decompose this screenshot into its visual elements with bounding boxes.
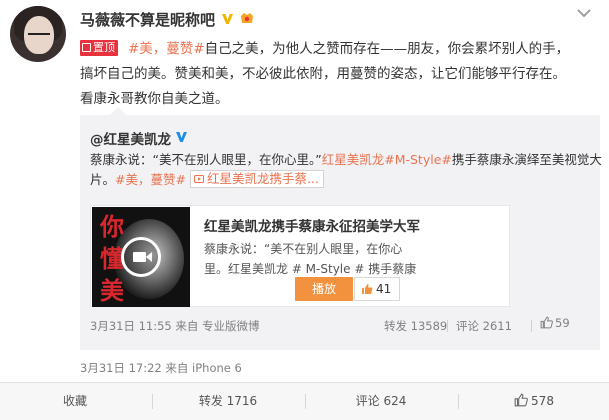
member-badge-icon <box>241 13 253 23</box>
avatar-glasses <box>28 33 50 39</box>
meizan-topic-link[interactable]: #美，蔓赞# <box>115 172 186 187</box>
video-desc-line-1: 蔡康永说：“美不在别人眼里，在你心 <box>204 242 403 256</box>
quoted-comment[interactable]: 评论 2611 <box>456 318 512 334</box>
author-name[interactable]: 马薇薇不算是昵称吧 <box>80 9 215 30</box>
video-card[interactable]: 你 懂 美 红星美凯龙携手蔡康永征招美学大军 蔡康永说：“美不在别人眼里，在你心… <box>90 205 510 307</box>
video-desc-line-2: 里。红星美凯龙 # M-Style # 携手蔡康 <box>204 262 417 276</box>
comment-button[interactable]: 评论 624 <box>306 383 456 420</box>
quoted-line-1: 蔡康永说：“美不在别人眼里，在你心里。”红星美凯龙#M-Style#携手蔡康永演… <box>90 150 602 170</box>
quoted-line-2: 片。#美，蔓赞# 红星美凯龙携手蔡... <box>90 170 595 190</box>
post-line-2: 搞坏自己的美。赞美和美，不必彼此依附，用蔓赞的姿态，让它们能够平行存在。 <box>80 66 566 82</box>
video-title[interactable]: 红星美凯龙携手蔡康永征招美学大军 <box>204 215 420 235</box>
video-link-label: 红星美凯龙携手蔡... <box>206 171 319 186</box>
video-thumbnail[interactable]: 你 懂 美 <box>92 207 190 307</box>
video-like-button[interactable]: 41 <box>354 277 400 301</box>
post-text: #美，蔓赞#自己之美，为他人之赞而存在——朋友，你会累坏别人的手， 搞坏自己的美… <box>80 37 600 112</box>
avatar[interactable] <box>10 6 66 62</box>
repost-button[interactable]: 转发 1716 <box>153 383 303 420</box>
thumbnail-char-3: 美 <box>100 277 124 305</box>
thumbs-up-icon <box>540 316 553 329</box>
post-line-1: #美，蔓赞#自己之美，为他人之赞而存在——朋友，你会累坏别人的手， <box>80 37 600 62</box>
thumbs-up-icon <box>514 393 528 407</box>
quoted-like-count: 59 <box>555 316 570 330</box>
post-line-1-text: 自己之美，为他人之赞而存在——朋友，你会累坏别人的手， <box>204 41 570 57</box>
weibo-post-card: 马薇薇不算是昵称吧 置顶 #美，蔓赞#自己之美，为他人之赞而存在——朋友，你会累… <box>0 0 609 420</box>
like-count: 578 <box>531 394 554 408</box>
video-link-icon <box>193 175 204 183</box>
video-link-chip[interactable]: 红星美凯龙携手蔡... <box>189 170 324 188</box>
quoted-stat-divider <box>531 320 532 332</box>
quoted-line-1-suffix: 携手蔡康永演绎至美视觉大 <box>451 152 602 167</box>
m-style-topic-link[interactable]: #M-Style# <box>384 152 452 167</box>
like-button[interactable]: 578 <box>459 383 609 420</box>
play-button[interactable]: 播放 <box>295 277 353 301</box>
camera-body <box>133 252 146 262</box>
quote-arrow <box>110 107 126 115</box>
quoted-stat-divider <box>447 320 448 332</box>
quoted-author[interactable]: @红星美凯龙 <box>90 128 171 148</box>
thumbnail-char-1: 你 <box>100 213 124 241</box>
verified-blue-badge-icon <box>176 132 187 142</box>
topic-link[interactable]: #美，蔓赞# <box>128 41 205 57</box>
post-line-3: 看康永哥教你自美之道。 <box>80 91 229 107</box>
video-play-icon[interactable] <box>121 237 161 277</box>
post-time-source[interactable]: 3月31日 17:22 来自 iPhone 6 <box>80 360 242 376</box>
favorite-button[interactable]: 收藏 <box>0 383 150 420</box>
quoted-text: 蔡康永说：“美不在别人眼里，在你心里。”红星美凯龙#M-Style#携手蔡康永演… <box>90 150 602 190</box>
quoted-line-2-prefix: 片。 <box>90 172 116 187</box>
video-like-count: 41 <box>376 282 392 296</box>
quoted-time-source[interactable]: 3月31日 11:55 来自 专业版微博 <box>90 318 260 334</box>
camera-lens <box>146 252 152 262</box>
quoted-line-1-prefix: 蔡康永说：“美不在别人眼里，在你心里。” <box>90 152 322 167</box>
thumbs-up-icon <box>362 284 373 294</box>
action-bar: 收藏 转发 1716 评论 624 578 <box>0 382 609 420</box>
quoted-repost[interactable]: 转发 13589 <box>384 318 447 334</box>
quoted-like[interactable]: 59 <box>540 316 570 330</box>
brand-link[interactable]: 红星美凯龙 <box>322 152 385 167</box>
video-description: 蔡康永说：“美不在别人眼里，在你心 里。红星美凯龙 # M-Style # 携手… <box>204 239 504 279</box>
verified-badge-icon <box>222 14 233 24</box>
chevron-down-icon[interactable] <box>574 6 594 20</box>
